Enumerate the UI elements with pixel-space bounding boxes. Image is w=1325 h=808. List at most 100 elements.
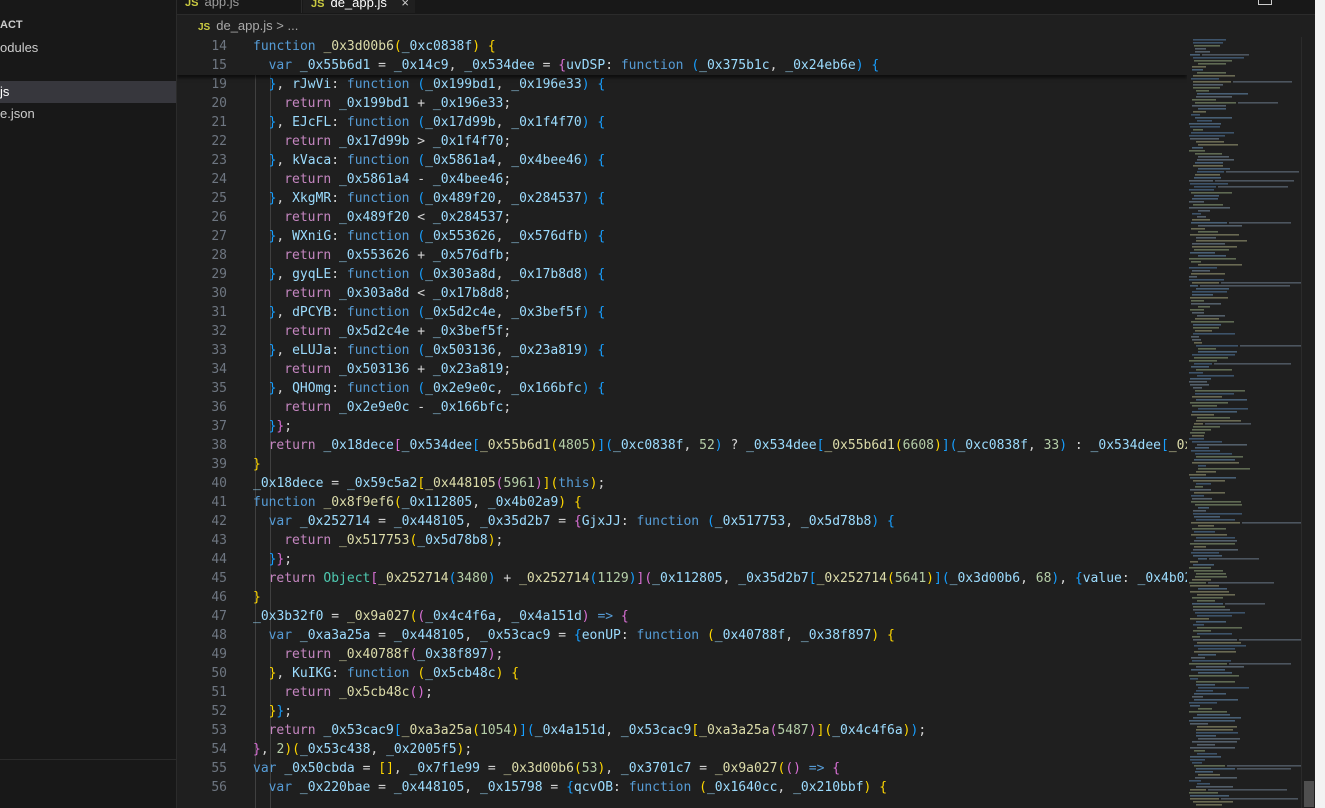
split-editor-icon[interactable] — [1258, 0, 1272, 5]
code-line[interactable]: 42 var _0x252714 = _0x448105, _0x35d2b7 =… — [177, 512, 1187, 531]
code-line[interactable]: 26 return _0x489f20 < _0x284537; — [177, 208, 1187, 227]
code-line[interactable]: 48 var _0xa3a25a = _0x448105, _0x53cac9 =… — [177, 626, 1187, 645]
tab-app-js[interactable]: JS app.js — [177, 0, 302, 13]
code-token: uvDSP — [566, 58, 606, 73]
code-line[interactable]: 27}, WXniG: function (_0x553626, _0x576d… — [177, 227, 1187, 246]
code-token: _0x534dee — [746, 438, 817, 453]
minimap-line — [1198, 156, 1229, 158]
code-token: _0x489f20 — [338, 210, 410, 225]
code-line[interactable]: 45 return Object[_0x252714(3480) + _0x252… — [177, 569, 1187, 588]
tab-de-app-js[interactable]: JS de_app.js × — [303, 0, 415, 13]
minimap-line — [1196, 456, 1243, 458]
code-line[interactable]: 41 function _0x8f9ef6(_0x112805, _0x4b02a… — [177, 493, 1187, 512]
code-line[interactable]: 35}, QHOmg: function (_0x2e9e0c, _0x166b… — [177, 379, 1187, 398]
code-line[interactable]: 15 var _0x55b6d1 = _0x14c9, _0x534dee = {… — [177, 56, 1187, 75]
breadcrumb[interactable]: JS de_app.js > ... — [198, 16, 298, 36]
code-line[interactable]: 33}, eLUJa: function (_0x503136, _0x23a8… — [177, 341, 1187, 360]
code-token: ( — [393, 495, 402, 510]
code-line[interactable]: 23}, kVaca: function (_0x5861a4, _0x4bee… — [177, 151, 1187, 170]
code-line[interactable]: 46} — [177, 588, 1187, 607]
minimap-line — [1193, 630, 1211, 632]
code-line[interactable]: 43 return _0x517753(_0x5d78b8); — [177, 531, 1187, 550]
code-line[interactable]: 52}}; — [177, 702, 1187, 721]
code-token: ) — [581, 343, 590, 358]
code-editor[interactable]: 14 function _0x3d00b6(_0xc0838f) {15 var _… — [177, 37, 1187, 808]
minimap-line — [1190, 432, 1205, 434]
code-line[interactable]: 49 return _0x40788f(_0x38f897); — [177, 645, 1187, 664]
code-line[interactable]: 22 return _0x17d99b > _0x1f4f70; — [177, 132, 1187, 151]
code-token: ; — [464, 742, 473, 757]
explorer-item-node-modules[interactable]: odules — [0, 37, 176, 59]
code-line[interactable]: 14 function _0x3d00b6(_0xc0838f) { — [177, 37, 1187, 56]
code-line[interactable]: 51 return _0x5cb48c(); — [177, 683, 1187, 702]
code-line[interactable]: 37}}; — [177, 417, 1187, 436]
code-line[interactable]: 20 return _0x199bd1 + _0x196e33; — [177, 94, 1187, 113]
code-line[interactable]: 36 return _0x2e9e0c - _0x166bfc; — [177, 398, 1187, 417]
code-line[interactable]: 19}, rJwVi: function (_0x199bd1, _0x196e… — [177, 75, 1187, 94]
code-token: { — [511, 666, 520, 681]
minimap-line — [1194, 516, 1220, 518]
code-line[interactable]: 53 return _0x53cac9[_0xa3a25a(1054)](_0x4… — [177, 721, 1187, 740]
code-line[interactable]: 31}, dPCYB: function (_0x5d2c4e, _0x3bef… — [177, 303, 1187, 322]
vertical-scrollbar[interactable] — [1301, 37, 1315, 808]
minimap-line — [1190, 477, 1236, 479]
code-token: ) — [581, 191, 590, 206]
code-line[interactable]: 34 return _0x503136 + _0x23a819; — [177, 360, 1187, 379]
line-number: 44 — [211, 552, 227, 567]
code-token: ( — [472, 723, 480, 738]
minimap-line — [1194, 546, 1206, 548]
code-line[interactable]: 32 return _0x5d2c4e + _0x3bef5f; — [177, 322, 1187, 341]
code-line[interactable]: 30 return _0x303a8d < _0x17b8d8; — [177, 284, 1187, 303]
code-line[interactable]: 54}, 2)(_0x53c438, _0x2005f5); — [177, 740, 1187, 759]
code-line[interactable]: 38 return _0x18dece[_0x534dee[_0x55b6d1(4… — [177, 436, 1187, 455]
js-icon: JS — [311, 0, 325, 10]
code-token: var — [268, 628, 300, 643]
code-token: , — [495, 267, 512, 282]
explorer-section-header[interactable]: ACT — [0, 14, 176, 36]
code-text: return _0x553626 + _0x576dfb; — [284, 246, 511, 265]
code-token: { — [597, 229, 606, 244]
code-token: _0x503136 — [425, 343, 496, 358]
minimap[interactable] — [1187, 37, 1301, 808]
line-number: 41 — [211, 495, 227, 510]
code-line[interactable]: 24 return _0x5861a4 - _0x4bee46; — [177, 170, 1187, 189]
breadcrumb-more[interactable]: ... — [287, 18, 298, 33]
code-token: ) — [581, 305, 590, 320]
minimap-line — [1198, 408, 1248, 410]
code-token: _0x4b02a — [1137, 571, 1187, 586]
minimap-line — [1194, 45, 1220, 47]
minimap-line — [1195, 393, 1234, 395]
code-token: _0x5cb48c — [425, 666, 496, 681]
code-line[interactable]: 55 var _0x50cbda = [], _0x7f1e99 = _0x3d0… — [177, 759, 1187, 778]
code-line[interactable]: 25}, XkgMR: function (_0x489f20, _0x2845… — [177, 189, 1187, 208]
minimap-line — [1192, 291, 1227, 293]
close-icon[interactable]: × — [401, 0, 409, 14]
minimap-line — [1191, 495, 1204, 497]
minimap-line — [1193, 717, 1241, 719]
minimap-line — [1195, 330, 1212, 332]
code-token: } — [253, 590, 261, 605]
line-number: 28 — [211, 248, 227, 263]
code-line[interactable]: 47 _0x3b32f0 = _0x9a027((_0x4c4f6a, _0x4a… — [177, 607, 1187, 626]
code-token: ) — [714, 438, 723, 453]
code-line[interactable]: 56 var _0x220bae = _0x448105, _0x15798 = … — [177, 778, 1187, 797]
code-line[interactable]: 50}, KuIKG: function (_0x5cb48c) { — [177, 664, 1187, 683]
code-line[interactable]: 28 return _0x553626 + _0x576dfb; — [177, 246, 1187, 265]
minimap-line — [1198, 168, 1230, 170]
code-token: ? — [722, 438, 747, 453]
code-token: _0x220bae — [299, 780, 371, 795]
code-token: return — [268, 723, 324, 738]
code-token: _0x284537 — [432, 210, 504, 225]
code-token: 52 — [699, 438, 715, 453]
scrollbar-thumb[interactable] — [1304, 781, 1314, 807]
explorer-item-selected-js[interactable]: js — [0, 81, 176, 103]
code-line[interactable]: 40 _0x18dece = _0x59c5a2[_0x448105(5961)]… — [177, 474, 1187, 493]
code-token: _0x448105 — [425, 476, 496, 491]
breadcrumb-file[interactable]: de_app.js — [216, 18, 272, 33]
code-line[interactable]: 39} — [177, 455, 1187, 474]
code-line[interactable]: 44}}; — [177, 550, 1187, 569]
code-line[interactable]: 21}, EJcFL: function (_0x17d99b, _0x1f4f… — [177, 113, 1187, 132]
explorer-item-json[interactable]: e.json — [0, 103, 176, 125]
code-line[interactable]: 29}, gyqLE: function (_0x303a8d, _0x17b8… — [177, 265, 1187, 284]
